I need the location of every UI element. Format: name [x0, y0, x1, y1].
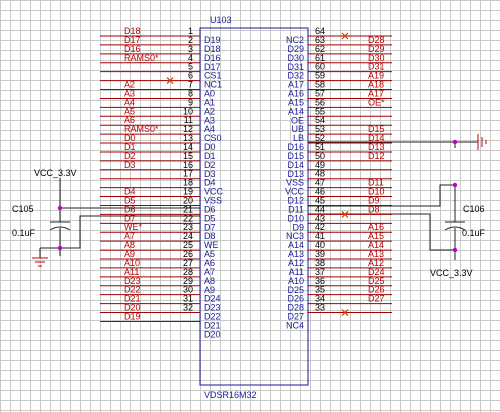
right-pin-name: NC4	[286, 320, 304, 330]
junction-dot	[57, 245, 63, 251]
left-pin-row: D5 20D6	[100, 195, 216, 214]
left-pin-row: D23 29A9	[100, 276, 215, 295]
junction-dot	[57, 205, 63, 211]
left-pin-row: D0 13D0	[100, 133, 216, 152]
left-pin-row: A11 28A8	[100, 267, 215, 286]
left-pin-row: WE* 23D8	[100, 222, 216, 241]
right-pin-group: 64NC2 D2863D29 D2962D30 D3061D31 D3160D32 A19…	[285, 26, 392, 330]
left-net-label: RAMS0*	[124, 53, 159, 63]
left-pin-row: RAMS0* 4D17	[100, 53, 221, 72]
left-pin-row: D6 21D5	[100, 204, 216, 223]
left-pin-name: D20	[204, 329, 221, 339]
left-pin-row: A5 10A3	[100, 106, 215, 125]
left-net-label: D3	[124, 160, 136, 170]
left-pin-row: D18 1D19	[100, 26, 221, 45]
left-cap-value-label: 0.1uF	[12, 228, 36, 238]
junction-dot	[452, 182, 458, 188]
left-pin-row: D1 14D1	[100, 142, 216, 161]
right-pin-number: 33	[315, 303, 325, 313]
left-pin-row: A2 7A0	[100, 80, 215, 99]
left-net-label: D19	[124, 311, 141, 321]
junction-dot	[452, 247, 458, 253]
ground-symbol-left	[32, 257, 48, 267]
left-pin-row: D3 16D3	[100, 160, 216, 179]
left-supply-label: VCC_3.3V	[34, 168, 77, 178]
left-pin-row: D21 31D23	[100, 294, 221, 313]
left-pin-row: A9 26A6	[100, 249, 215, 268]
right-cap-value-label: 0.1uF	[462, 228, 486, 238]
left-pin-row: A10 27A7	[100, 258, 215, 277]
left-pin-row: D20 32D22	[100, 303, 221, 322]
right-net-label: D8	[368, 204, 380, 214]
junction-dot	[452, 139, 458, 145]
right-net-label: D12	[368, 151, 385, 161]
left-pin-row: A3 8A1	[100, 88, 215, 107]
ground-symbol-right	[477, 134, 487, 150]
left-cap-ref-label: C105	[12, 204, 34, 214]
chip-part-label: VDSR16M32	[204, 390, 257, 400]
left-pin-row: D2 15D2	[100, 151, 216, 170]
left-pin-row: D20	[204, 329, 221, 339]
right-cap-ref-label: C106	[463, 204, 485, 214]
right-pin-row: NC4	[286, 320, 304, 330]
left-pin-row: D17 2D18	[100, 35, 221, 54]
left-pin-group: D18 1D19D17 2D18D16 3D16RAMS0* 4D175CS16NC1A…	[100, 26, 224, 339]
right-net-label: D27	[368, 294, 385, 304]
right-pin-row: 55OE	[291, 106, 392, 125]
left-pin-row: D22 30D24	[100, 285, 221, 304]
left-pin-number: 32	[183, 303, 193, 313]
left-pin-row: D19D21	[100, 311, 221, 330]
power-wiring	[39, 141, 478, 260]
left-pin-row: A7 24WE	[100, 231, 219, 250]
right-net-label: OE*	[368, 97, 385, 107]
schematic-drawing: U103 VDSR16M32 VCC_3.3V C105 0.1uF C106 …	[12, 15, 487, 400]
chip-reference-label: U103	[210, 15, 232, 25]
left-pin-row: A8 25A5	[100, 240, 215, 259]
left-pin-row: 17D4	[100, 169, 216, 188]
left-pin-row: D16 3D16	[100, 44, 221, 63]
left-pin-row: A4 9A2	[100, 97, 215, 116]
schematic-canvas: U103 VDSR16M32 VCC_3.3V C105 0.1uF C106 …	[0, 0, 500, 412]
right-supply-label: VCC_3.3V	[430, 268, 473, 278]
